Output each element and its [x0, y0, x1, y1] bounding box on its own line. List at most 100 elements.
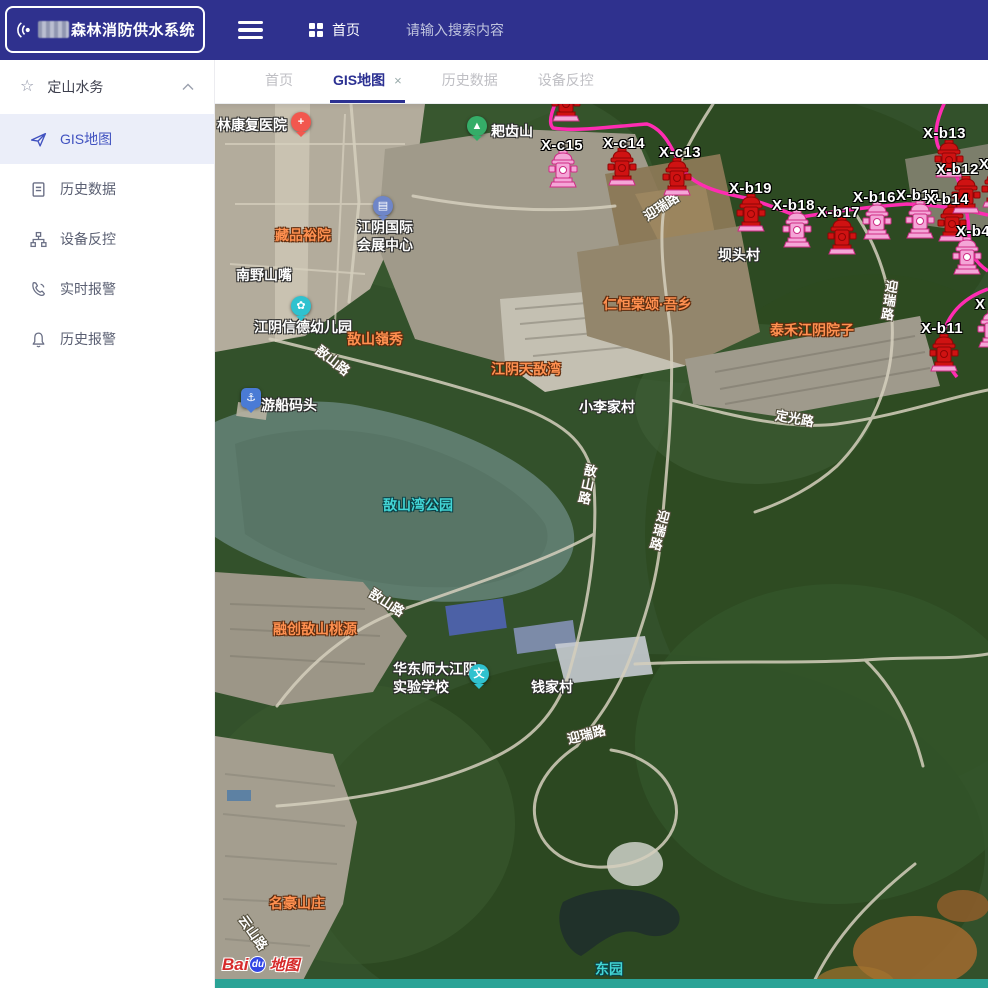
- road-label: 敔山路: [366, 587, 406, 620]
- tab-label: GIS地图: [333, 70, 385, 90]
- poi-label: 名豪山庄: [269, 894, 325, 912]
- hydrant-label: X-b4: [956, 223, 988, 240]
- sidebar: ☆ 定山水务 GIS地图 历史数据 设备反控: [0, 60, 215, 988]
- hospital-pin-icon: +: [291, 112, 311, 132]
- hydrant-label: X: [975, 296, 985, 313]
- poi-label: 南野山嘴: [236, 266, 292, 284]
- sidebar-item-label: 实时报警: [60, 279, 116, 299]
- road-label: 迎瑞路: [566, 723, 607, 746]
- map-canvas[interactable]: X-c15X-c14X-c13X-b19X-b18X-b17X-b16X-b15…: [215, 104, 988, 988]
- baidu-logo: Bai du 地图: [222, 954, 299, 975]
- hydrant-marker-partial[interactable]: [551, 104, 581, 122]
- hydrant-label: X-b17: [817, 204, 860, 221]
- poi-label: 泰禾江阴院子: [770, 321, 854, 339]
- hydrant-marker-X-c14[interactable]: [607, 148, 637, 186]
- sidebar-item-label: 设备反控: [60, 229, 116, 249]
- poi-label: 江阴国际会展中心: [357, 218, 413, 254]
- send-icon: [30, 131, 47, 148]
- hydrant-marker-edge[interactable]: [981, 170, 988, 208]
- poi-label: 林康复医院: [217, 116, 287, 134]
- close-tab-icon[interactable]: ×: [394, 73, 402, 88]
- anchor-pin-icon: ⚓: [241, 388, 261, 408]
- baidu-paw-icon: du: [249, 956, 266, 973]
- hydrant-label: X-c13: [659, 144, 701, 161]
- mountain-pin-icon: ▲: [467, 116, 487, 136]
- sidebar-item-history-data[interactable]: 历史数据: [0, 164, 214, 214]
- sidebar-item-label: 历史数据: [60, 179, 116, 199]
- kindergarten-pin-icon: ✿: [291, 296, 311, 316]
- tab-gis-map[interactable]: GIS地图 ×: [330, 60, 405, 103]
- poi-label: 游船码头: [261, 396, 317, 414]
- tab-label: 历史数据: [442, 70, 498, 90]
- hydrant-marker-edge[interactable]: [977, 310, 988, 348]
- app-logo: 森林消防供水系统: [5, 6, 205, 53]
- star-icon: ☆: [20, 79, 34, 95]
- document-icon: [30, 181, 47, 198]
- road-label: 敔山路: [313, 343, 352, 378]
- hydrant-label: X-b18: [772, 197, 815, 214]
- hydrant-marker-X-b19[interactable]: [736, 194, 766, 232]
- tab-label: 首页: [265, 70, 293, 90]
- hydrant-label: X-b16: [853, 189, 896, 206]
- tab-home[interactable]: 首页: [262, 60, 296, 103]
- building-pin-icon: ▤: [373, 196, 393, 216]
- breadcrumb-home[interactable]: 首页: [309, 20, 360, 40]
- poi-label: 藏品裕院: [275, 226, 331, 244]
- tab-label: 设备反控: [538, 70, 594, 90]
- sidebar-item-realtime-alarm[interactable]: 实时报警: [0, 264, 214, 314]
- sidebar-item-device-control[interactable]: 设备反控: [0, 214, 214, 264]
- road-label: 定光路: [774, 409, 815, 430]
- poi-label: 耙齿山: [491, 122, 533, 140]
- sidebar-item-label: 历史报警: [60, 329, 116, 349]
- menu-toggle-icon[interactable]: [238, 21, 263, 40]
- road-label: 迎 瑞 路: [648, 509, 671, 553]
- tab-bar: 首页 GIS地图 × 历史数据 设备反控: [215, 60, 988, 104]
- sidebar-item-gis-map[interactable]: GIS地图: [0, 114, 214, 164]
- hydrant-marker-X-b16[interactable]: [862, 202, 892, 240]
- app-title: 森林消防供水系统: [71, 19, 195, 40]
- poi-label: 敔山嶺秀: [347, 330, 403, 348]
- hydrant-marker-X-b17[interactable]: [827, 217, 857, 255]
- baidu-du-text: du: [252, 959, 264, 970]
- sidebar-item-label: GIS地图: [60, 129, 112, 149]
- road-label: 敔 山 路: [577, 463, 598, 507]
- sidebar-item-history-alarm[interactable]: 历史报警: [0, 314, 214, 364]
- top-header: 森林消防供水系统 首页 请输入搜索内容: [0, 0, 988, 60]
- poi-label: 钱家村: [531, 678, 573, 696]
- hydrant-label: X-b14: [926, 191, 969, 208]
- hydrant-marker-X-b18[interactable]: [782, 210, 812, 248]
- tab-history-data[interactable]: 历史数据: [439, 60, 501, 103]
- poi-label: 仁恒棠颂·吾乡: [603, 295, 692, 313]
- sidebar-group-label: 定山水务: [47, 77, 103, 97]
- hydrant-label: X-c14: [603, 135, 645, 152]
- censored-region: [38, 21, 69, 38]
- hydrant-label: X: [979, 156, 988, 173]
- search-input[interactable]: 请输入搜索内容: [406, 20, 526, 40]
- road-label: 迎 瑞 路: [880, 279, 899, 322]
- phone-icon: [30, 281, 47, 298]
- tab-device-control[interactable]: 设备反控: [535, 60, 597, 103]
- hydrant-marker-X-c15[interactable]: [548, 150, 578, 188]
- baidu-bai-text: Bai: [222, 955, 248, 975]
- breadcrumb-home-label: 首页: [332, 20, 360, 40]
- bell-icon: [30, 331, 47, 348]
- sidebar-group-dingshan[interactable]: ☆ 定山水务: [0, 60, 214, 114]
- baidu-map-word: 地图: [269, 954, 299, 975]
- poi-label: 融创敔山桃源: [273, 620, 357, 638]
- hydrant-marker-X-c13[interactable]: [662, 158, 692, 196]
- sitemap-icon: [30, 231, 47, 248]
- hydrant-marker-X-b11[interactable]: [929, 334, 959, 372]
- road-label: 云山路: [236, 913, 270, 953]
- school-pin-icon: 文: [469, 664, 489, 684]
- poi-label: 小李家村: [579, 398, 635, 416]
- poi-label: 华东师大江阴实验学校: [393, 660, 477, 696]
- poi-label: 东园: [595, 960, 623, 978]
- poi-label: 敔山湾公园: [383, 496, 453, 514]
- hydrant-marker-X-b4[interactable]: [952, 237, 982, 275]
- marker-layer: X-c15X-c14X-c13X-b19X-b18X-b17X-b16X-b15…: [215, 104, 988, 988]
- hydrant-label: X-b13: [923, 125, 966, 142]
- chevron-up-icon: [182, 83, 194, 91]
- poi-label: 坝头村: [718, 246, 760, 264]
- sonar-logo-icon: [15, 17, 34, 43]
- hydrant-label: X-b19: [729, 180, 772, 197]
